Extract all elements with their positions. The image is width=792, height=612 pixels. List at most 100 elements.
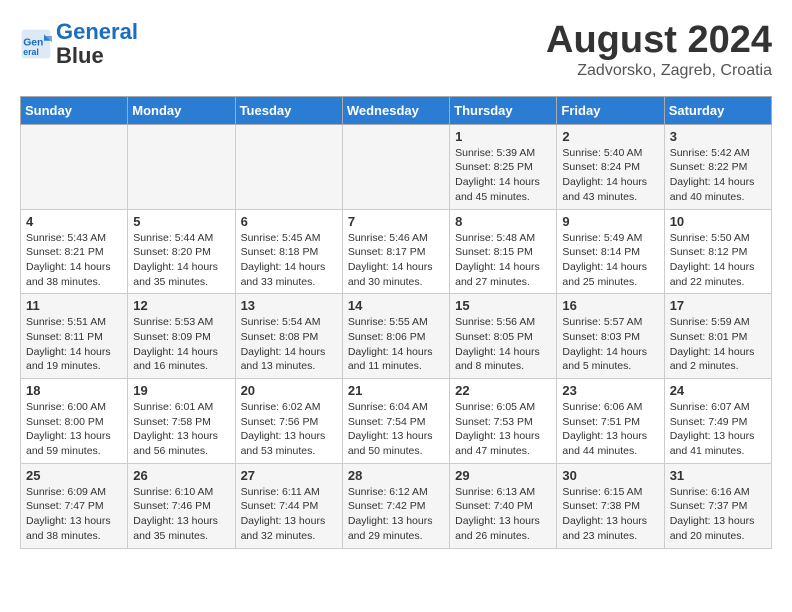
calendar-day-8: 8 Sunrise: 5:48 AMSunset: 8:15 PMDaylight… <box>450 209 557 294</box>
calendar-day-15: 15 Sunrise: 5:56 AMSunset: 8:05 PMDayligh… <box>450 294 557 379</box>
day-info: Sunrise: 6:12 AMSunset: 7:42 PMDaylight:… <box>348 485 444 544</box>
calendar-day-31: 31Sunrise: 6:16 AMSunset: 7:37 PMDayligh… <box>664 463 771 548</box>
weekday-header-saturday: Saturday <box>664 96 771 124</box>
day-info: Sunrise: 5:48 AMSunset: 8:15 PMDaylight:… <box>455 231 551 290</box>
day-info: Sunrise: 6:04 AMSunset: 7:54 PMDaylight:… <box>348 400 444 459</box>
day-number: 9 <box>562 214 658 229</box>
day-number: 20 <box>241 383 337 398</box>
svg-text:eral: eral <box>23 47 39 57</box>
day-number: 7 <box>348 214 444 229</box>
page-header: Gen eral GeneralBlue August 2024 Zadvors… <box>20 20 772 80</box>
location-subtitle: Zadvorsko, Zagreb, Croatia <box>546 62 772 80</box>
calendar-day-16: 16Sunrise: 5:57 AMSunset: 8:03 PMDayligh… <box>557 294 664 379</box>
day-info: Sunrise: 6:13 AMSunset: 7:40 PMDaylight:… <box>455 485 551 544</box>
day-info: Sunrise: 5:43 AMSunset: 8:21 PMDaylight:… <box>26 231 122 290</box>
day-info: Sunrise: 6:07 AMSunset: 7:49 PMDaylight:… <box>670 400 766 459</box>
day-number: 12 <box>133 298 229 313</box>
day-number: 19 <box>133 383 229 398</box>
day-number: 22 <box>455 383 551 398</box>
day-number: 1 <box>455 129 551 144</box>
calendar-day-7: 7 Sunrise: 5:46 AMSunset: 8:17 PMDaylight… <box>342 209 449 294</box>
day-number: 8 <box>455 214 551 229</box>
day-number: 15 <box>455 298 551 313</box>
calendar-day-14: 14 Sunrise: 5:55 AMSunset: 8:06 PMDayligh… <box>342 294 449 379</box>
calendar-day-12: 12Sunrise: 5:53 AMSunset: 8:09 PMDayligh… <box>128 294 235 379</box>
day-number: 28 <box>348 468 444 483</box>
day-number: 3 <box>670 129 766 144</box>
calendar-day-22: 22 Sunrise: 6:05 AMSunset: 7:53 PMDayligh… <box>450 379 557 464</box>
weekday-header-wednesday: Wednesday <box>342 96 449 124</box>
day-info: Sunrise: 6:05 AMSunset: 7:53 PMDaylight:… <box>455 400 551 459</box>
calendar-day-2: 2 Sunrise: 5:40 AMSunset: 8:24 PMDaylight… <box>557 124 664 209</box>
day-number: 5 <box>133 214 229 229</box>
day-number: 29 <box>455 468 551 483</box>
weekday-header-row: SundayMondayTuesdayWednesdayThursdayFrid… <box>21 96 772 124</box>
day-info: Sunrise: 6:16 AMSunset: 7:37 PMDaylight:… <box>670 485 766 544</box>
day-number: 26 <box>133 468 229 483</box>
day-number: 18 <box>26 383 122 398</box>
calendar-week-row: 1 Sunrise: 5:39 AMSunset: 8:25 PMDaylight… <box>21 124 772 209</box>
day-info: Sunrise: 6:10 AMSunset: 7:46 PMDaylight:… <box>133 485 229 544</box>
day-number: 24 <box>670 383 766 398</box>
day-info: Sunrise: 5:55 AMSunset: 8:06 PMDaylight:… <box>348 315 444 374</box>
month-year-title: August 2024 <box>546 20 772 62</box>
weekday-header-tuesday: Tuesday <box>235 96 342 124</box>
day-number: 16 <box>562 298 658 313</box>
day-info: Sunrise: 6:01 AMSunset: 7:58 PMDaylight:… <box>133 400 229 459</box>
day-info: Sunrise: 5:59 AMSunset: 8:01 PMDaylight:… <box>670 315 766 374</box>
day-number: 11 <box>26 298 122 313</box>
day-info: Sunrise: 5:46 AMSunset: 8:17 PMDaylight:… <box>348 231 444 290</box>
calendar-day-25: 25Sunrise: 6:09 AMSunset: 7:47 PMDayligh… <box>21 463 128 548</box>
day-info: Sunrise: 5:40 AMSunset: 8:24 PMDaylight:… <box>562 146 658 205</box>
day-info: Sunrise: 6:06 AMSunset: 7:51 PMDaylight:… <box>562 400 658 459</box>
day-number: 17 <box>670 298 766 313</box>
weekday-header-friday: Friday <box>557 96 664 124</box>
day-info: Sunrise: 5:51 AMSunset: 8:11 PMDaylight:… <box>26 315 122 374</box>
day-info: Sunrise: 5:42 AMSunset: 8:22 PMDaylight:… <box>670 146 766 205</box>
calendar-day-20: 20 Sunrise: 6:02 AMSunset: 7:56 PMDayligh… <box>235 379 342 464</box>
day-info: Sunrise: 6:00 AMSunset: 8:00 PMDaylight:… <box>26 400 122 459</box>
day-number: 23 <box>562 383 658 398</box>
calendar-table: SundayMondayTuesdayWednesdayThursdayFrid… <box>20 96 772 549</box>
calendar-day-28: 28 Sunrise: 6:12 AMSunset: 7:42 PMDayligh… <box>342 463 449 548</box>
calendar-day-13: 13Sunrise: 5:54 AMSunset: 8:08 PMDayligh… <box>235 294 342 379</box>
calendar-day-29: 29 Sunrise: 6:13 AMSunset: 7:40 PMDayligh… <box>450 463 557 548</box>
calendar-week-row: 11 Sunrise: 5:51 AMSunset: 8:11 PMDayligh… <box>21 294 772 379</box>
calendar-day-10: 10 Sunrise: 5:50 AMSunset: 8:12 PMDayligh… <box>664 209 771 294</box>
empty-day-cell <box>128 124 235 209</box>
day-info: Sunrise: 6:15 AMSunset: 7:38 PMDaylight:… <box>562 485 658 544</box>
logo-text: GeneralBlue <box>56 20 138 68</box>
day-info: Sunrise: 5:49 AMSunset: 8:14 PMDaylight:… <box>562 231 658 290</box>
day-info: Sunrise: 6:02 AMSunset: 7:56 PMDaylight:… <box>241 400 337 459</box>
day-info: Sunrise: 5:56 AMSunset: 8:05 PMDaylight:… <box>455 315 551 374</box>
calendar-day-6: 6 Sunrise: 5:45 AMSunset: 8:18 PMDaylight… <box>235 209 342 294</box>
weekday-header-monday: Monday <box>128 96 235 124</box>
day-number: 2 <box>562 129 658 144</box>
calendar-day-11: 11 Sunrise: 5:51 AMSunset: 8:11 PMDayligh… <box>21 294 128 379</box>
day-number: 13 <box>241 298 337 313</box>
calendar-day-19: 19 Sunrise: 6:01 AMSunset: 7:58 PMDayligh… <box>128 379 235 464</box>
empty-day-cell <box>235 124 342 209</box>
day-number: 25 <box>26 468 122 483</box>
logo-icon: Gen eral <box>20 28 52 60</box>
calendar-day-3: 3 Sunrise: 5:42 AMSunset: 8:22 PMDaylight… <box>664 124 771 209</box>
calendar-day-1: 1 Sunrise: 5:39 AMSunset: 8:25 PMDaylight… <box>450 124 557 209</box>
calendar-day-30: 30Sunrise: 6:15 AMSunset: 7:38 PMDayligh… <box>557 463 664 548</box>
calendar-week-row: 18 Sunrise: 6:00 AMSunset: 8:00 PMDayligh… <box>21 379 772 464</box>
day-info: Sunrise: 6:11 AMSunset: 7:44 PMDaylight:… <box>241 485 337 544</box>
calendar-week-row: 4Sunrise: 5:43 AMSunset: 8:21 PMDaylight… <box>21 209 772 294</box>
calendar-day-18: 18 Sunrise: 6:00 AMSunset: 8:00 PMDayligh… <box>21 379 128 464</box>
title-block: August 2024 Zadvorsko, Zagreb, Croatia <box>546 20 772 80</box>
day-number: 14 <box>348 298 444 313</box>
day-info: Sunrise: 5:45 AMSunset: 8:18 PMDaylight:… <box>241 231 337 290</box>
empty-day-cell <box>342 124 449 209</box>
day-info: Sunrise: 5:50 AMSunset: 8:12 PMDaylight:… <box>670 231 766 290</box>
calendar-week-row: 25Sunrise: 6:09 AMSunset: 7:47 PMDayligh… <box>21 463 772 548</box>
day-number: 10 <box>670 214 766 229</box>
calendar-day-21: 21Sunrise: 6:04 AMSunset: 7:54 PMDayligh… <box>342 379 449 464</box>
weekday-header-thursday: Thursday <box>450 96 557 124</box>
calendar-day-5: 5Sunrise: 5:44 AMSunset: 8:20 PMDaylight… <box>128 209 235 294</box>
calendar-day-24: 24 Sunrise: 6:07 AMSunset: 7:49 PMDayligh… <box>664 379 771 464</box>
day-info: Sunrise: 5:39 AMSunset: 8:25 PMDaylight:… <box>455 146 551 205</box>
day-number: 6 <box>241 214 337 229</box>
